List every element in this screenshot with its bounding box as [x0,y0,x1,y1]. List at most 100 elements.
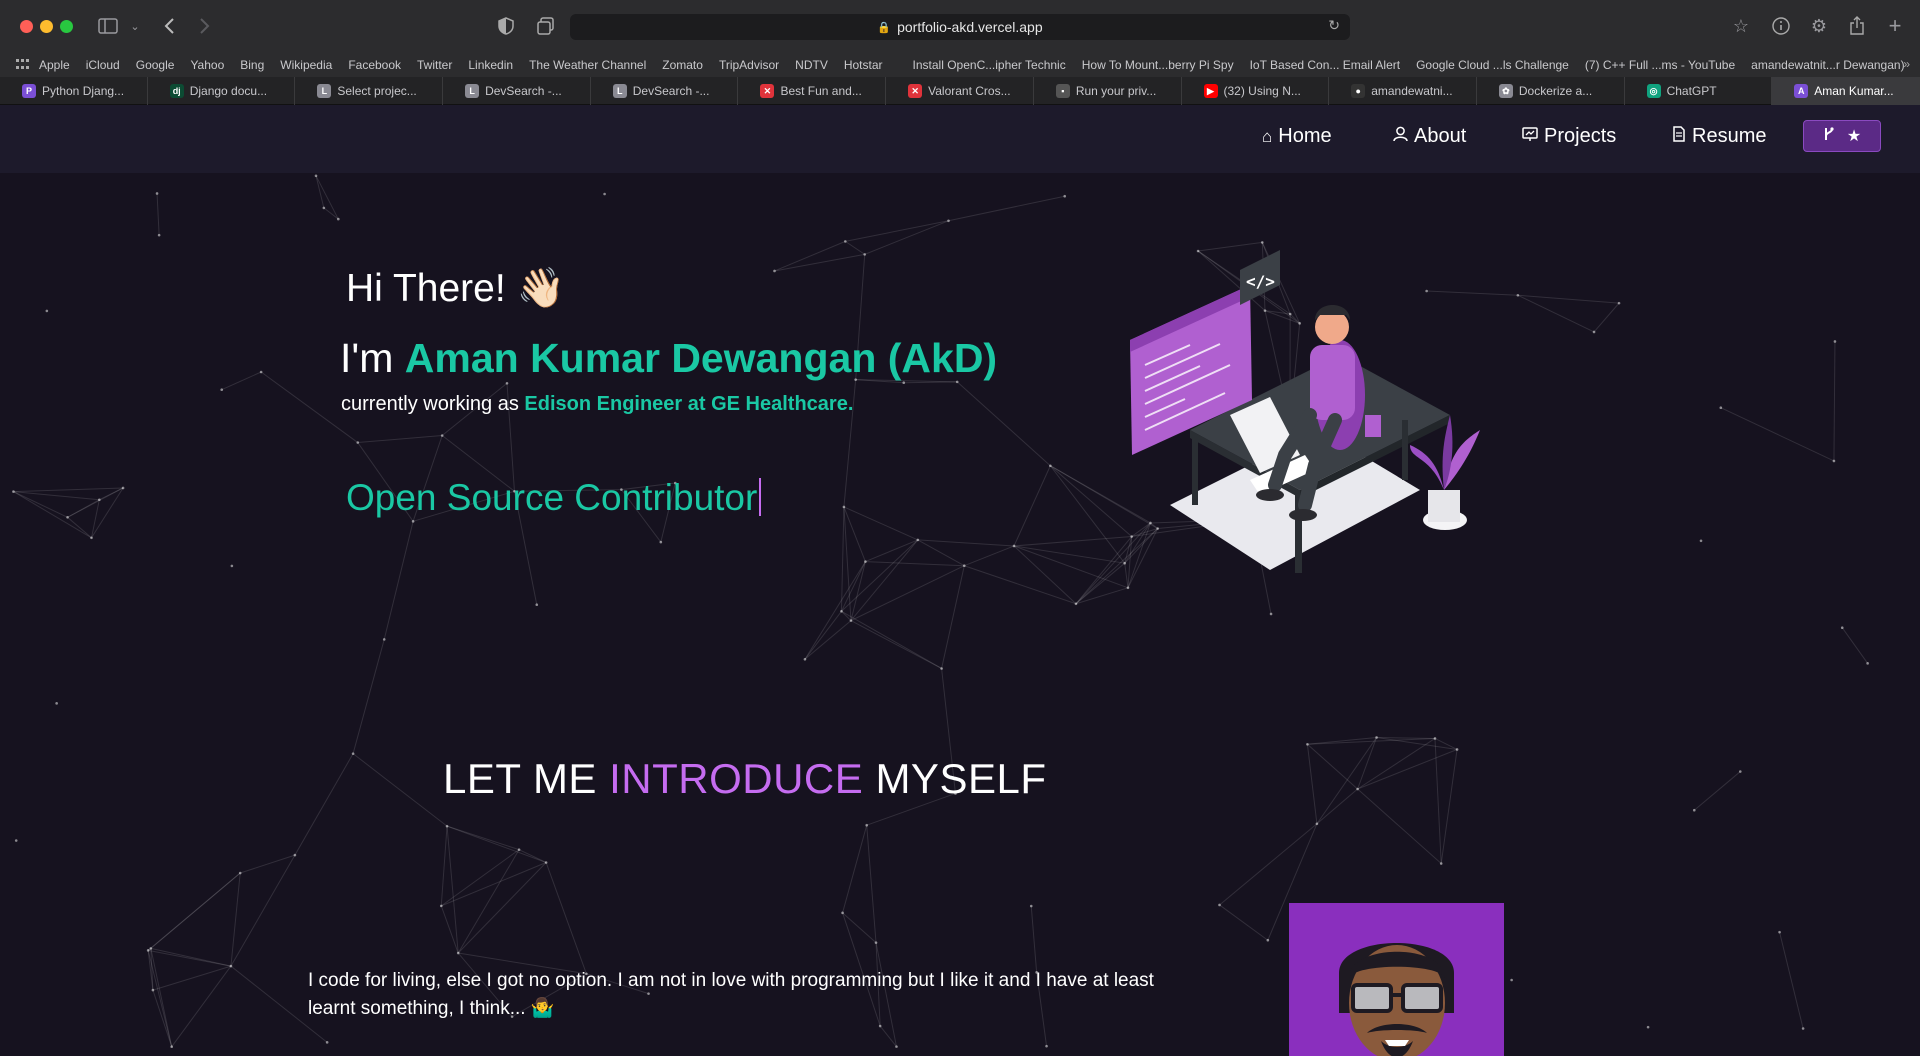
star-icon: ★ [1846,128,1862,145]
bookmark-item[interactable]: Bing [240,58,264,72]
hero-working-prefix: currently working as [341,393,525,415]
bookmark-item[interactable]: IoT Based Con... Email Alert [1250,58,1401,72]
bookmark-star-icon[interactable]: ☆ [1730,14,1752,38]
browser-tab[interactable]: ▪ Run your priv... [1034,77,1182,105]
introduce-heading-part1: LET ME [443,755,610,802]
typewriter-text: Open Source Contributor [346,477,762,519]
tab-label: Select projec... [337,84,417,98]
bookmark-item[interactable]: TripAdvisor [719,58,779,72]
browser-tab[interactable]: ✿ Dockerize a... [1477,77,1625,105]
tab-label: Run your priv... [1075,84,1157,98]
bookmark-item[interactable]: Google [136,58,175,72]
nav-home[interactable]: ⌂ Home [1262,125,1332,148]
hero-name: Aman Kumar Dewangan (AkD) [404,335,998,381]
tab-favicon-icon: ● [1351,84,1366,98]
url-text: portfolio-akd.vercel.app [897,19,1043,35]
particle-network-background [12,174,1869,1048]
bookmark-item[interactable]: Install OpenC...ipher Technic [913,58,1066,72]
tab-favicon-icon: ✕ [760,84,775,98]
browser-tab[interactable]: ✕ Valorant Cros... [886,77,1034,105]
github-star-button[interactable]: ★ [1803,120,1881,152]
share-icon[interactable] [1846,14,1868,38]
bookmark-item[interactable]: How To Mount...berry Pi Spy [1082,58,1234,72]
tab-favicon-icon: L [612,84,627,98]
apps-grid-icon[interactable] [16,58,29,71]
bookmark-item[interactable]: Google Cloud ...ls Challenge [1416,58,1569,72]
typewriter-value: Open Source Contributor [346,477,758,518]
bookmark-item[interactable]: NDTV [795,58,828,72]
nav-projects[interactable]: Projects [1522,125,1616,148]
bookmarks-bar: Apple iCloud Google Yahoo Bing Wikipedia… [0,52,1920,77]
forward-icon[interactable] [196,14,214,38]
bookmark-item[interactable]: iCloud [86,58,120,72]
nav-resume[interactable]: Resume [1672,125,1766,148]
bookmark-item[interactable]: The Weather Channel [529,58,646,72]
tab-label: Django docu... [189,84,268,98]
info-icon[interactable] [1770,14,1792,38]
avatar [1289,903,1504,1056]
tab-label: Aman Kumar... [1814,84,1894,98]
browser-tab[interactable]: ▶ (32) Using N... [1182,77,1330,105]
bookmark-item[interactable]: Zomato [662,58,703,72]
browser-tab[interactable]: L DevSearch -... [591,77,739,105]
reload-icon[interactable]: ↻ [1328,17,1340,34]
browser-tab[interactable]: L Select projec... [295,77,444,105]
bookmark-item[interactable]: Yahoo [190,58,224,72]
bookmark-item[interactable]: Wikipedia [280,58,332,72]
minimize-window-button[interactable] [40,20,53,33]
hero-role: Edison Engineer at GE Healthcare. [524,393,854,415]
tab-bar: P Python Djang... dj Django docu... L Select … [0,77,1920,105]
browser-tab[interactable]: L DevSearch -... [443,77,591,105]
nav-projects-label: Projects [1544,125,1617,147]
browser-tab[interactable]: ✕ Best Fun and... [738,77,887,105]
hero-im-prefix: I'm [340,335,405,381]
browser-tab[interactable]: ● amandewatni... [1329,77,1477,105]
site-navbar: ⌂ Home About Projects Resume ★ [0,105,1920,173]
tab-favicon-icon: ◎ [1646,84,1661,98]
browser-tab[interactable]: A Aman Kumar... [1772,77,1920,105]
more-bookmarks-icon[interactable]: » [1903,57,1910,71]
browser-tab[interactable]: dj Django docu... [148,77,296,105]
close-window-button[interactable] [20,20,33,33]
user-icon [1393,126,1408,147]
address-bar[interactable]: 🔒 portfolio-akd.vercel.app ↻ [570,14,1350,40]
bookmark-item[interactable]: Hotstar [844,58,883,72]
developer-desk-illustration: </> [1130,250,1480,573]
tab-favicon-icon: L [465,84,480,98]
tab-label: ChatGPT [1666,84,1717,98]
tab-favicon-icon: dj [169,84,184,98]
tab-favicon-icon: P [22,84,36,98]
chevron-down-icon[interactable]: ⌄ [128,14,142,38]
tab-label: Dockerize a... [1518,84,1593,98]
bookmark-item[interactable]: Twitter [417,58,452,72]
tabs-overview-icon[interactable] [536,14,556,38]
tab-favicon-icon: ▶ [1203,84,1218,98]
zoom-window-button[interactable] [60,20,73,33]
bookmark-item[interactable]: Facebook [348,58,401,72]
bookmark-item[interactable]: (7) C++ Full ...ms - YouTube [1585,58,1735,72]
home-icon: ⌂ [1262,126,1273,146]
browser-tab[interactable]: P Python Djang... [0,77,148,105]
sidebar-icon[interactable] [98,14,118,38]
nav-home-label: Home [1278,125,1332,147]
browser-tab[interactable]: ◎ ChatGPT [1625,77,1773,105]
tab-label: DevSearch -... [485,84,562,98]
hero-work-line: currently working as Edison Engineer at … [341,393,853,416]
lock-icon: 🔒 [877,21,892,34]
git-fork-icon [1823,126,1835,147]
bookmark-item[interactable]: Apple [39,58,70,72]
nav-about-label: About [1414,125,1467,147]
introduce-heading: LET ME INTRODUCE MYSELF [443,755,1047,803]
settings-gear-icon[interactable]: ⚙ [1808,14,1830,38]
nav-about[interactable]: About [1393,125,1466,148]
typewriter-cursor [759,478,762,516]
bookmark-item[interactable]: Linkedin [468,58,513,72]
back-icon[interactable] [160,14,178,38]
bookmark-item[interactable]: amandewatnit...r Dewangan) [1751,58,1904,72]
nav-resume-label: Resume [1692,125,1767,147]
new-tab-icon[interactable]: + [1884,13,1906,38]
introduce-heading-part2: MYSELF [863,755,1047,802]
document-icon [1672,126,1686,147]
tab-favicon-icon: ✕ [908,84,923,98]
shield-icon[interactable] [496,14,516,38]
